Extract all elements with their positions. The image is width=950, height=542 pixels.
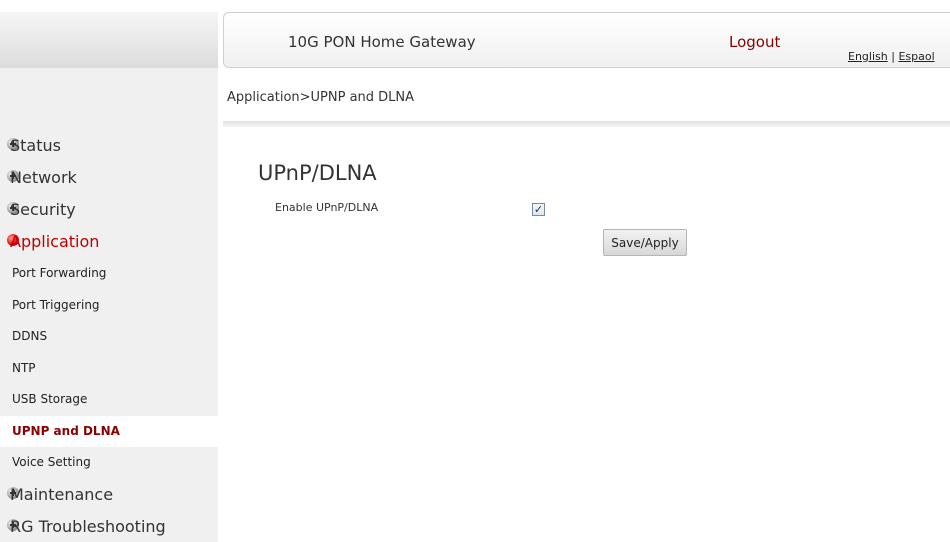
save-apply-button[interactable]: Save/Apply <box>603 229 687 256</box>
sidebar-item-network[interactable]: Network <box>0 162 218 194</box>
sidebar-item-application[interactable]: Application <box>0 226 218 258</box>
page-title: UPnP/DLNA <box>258 161 377 185</box>
sidebar-item-label: RG Troubleshooting <box>10 516 166 536</box>
sidebar-item-rg-troubleshooting[interactable]: RG Troubleshooting <box>0 511 218 542</box>
sidebar-subitem-ddns[interactable]: DDNS <box>0 321 218 353</box>
sidebar-subitem-port-forwarding[interactable]: Port Forwarding <box>0 258 218 290</box>
sidebar-item-label: Maintenance <box>10 484 114 504</box>
sidebar-item-label: Security <box>10 200 76 219</box>
sidebar-item-maintenance[interactable]: Maintenance <box>0 479 218 511</box>
enable-upnp-label: Enable UPnP/DLNA <box>275 201 379 214</box>
sidebar-subitem-port-triggering[interactable]: Port Triggering <box>0 290 218 322</box>
sidebar-item-security[interactable]: Security <box>0 194 218 226</box>
sidebar-item-label: Status <box>10 136 61 155</box>
language-switcher: English | Espaol <box>848 50 935 63</box>
sidebar: Status Network Security Application Port… <box>0 68 218 542</box>
logout-link[interactable]: Logout <box>729 33 780 51</box>
breadcrumb: Application>UPNP and DLNA <box>227 90 415 105</box>
sidebar-subitem-upnp-dlna[interactable]: UPNP and DLNA <box>0 415 218 447</box>
checkmark-icon: ✓ <box>533 203 544 216</box>
sidebar-item-label: Application <box>10 232 100 251</box>
sidebar-subitem-usb-storage[interactable]: USB Storage <box>0 384 218 416</box>
sidebar-menu: Status Network Security Application Port… <box>0 130 218 542</box>
top-header: 10G PON Home Gateway Logout English | Es… <box>223 12 950 68</box>
language-separator: | <box>887 50 899 63</box>
gateway-title: 10G PON Home Gateway <box>288 33 476 51</box>
language-spanish-link[interactable]: Espaol <box>898 50 934 63</box>
header-divider <box>223 121 950 127</box>
language-english-link[interactable]: English <box>848 50 888 63</box>
sidebar-subitem-voice-setting[interactable]: Voice Setting <box>0 447 218 479</box>
sidebar-item-label: Network <box>10 168 77 187</box>
sidebar-header <box>0 12 218 68</box>
sidebar-subitem-ntp[interactable]: NTP <box>0 353 218 385</box>
sidebar-item-status[interactable]: Status <box>0 130 218 162</box>
enable-upnp-checkbox[interactable]: ✓ <box>532 203 545 216</box>
